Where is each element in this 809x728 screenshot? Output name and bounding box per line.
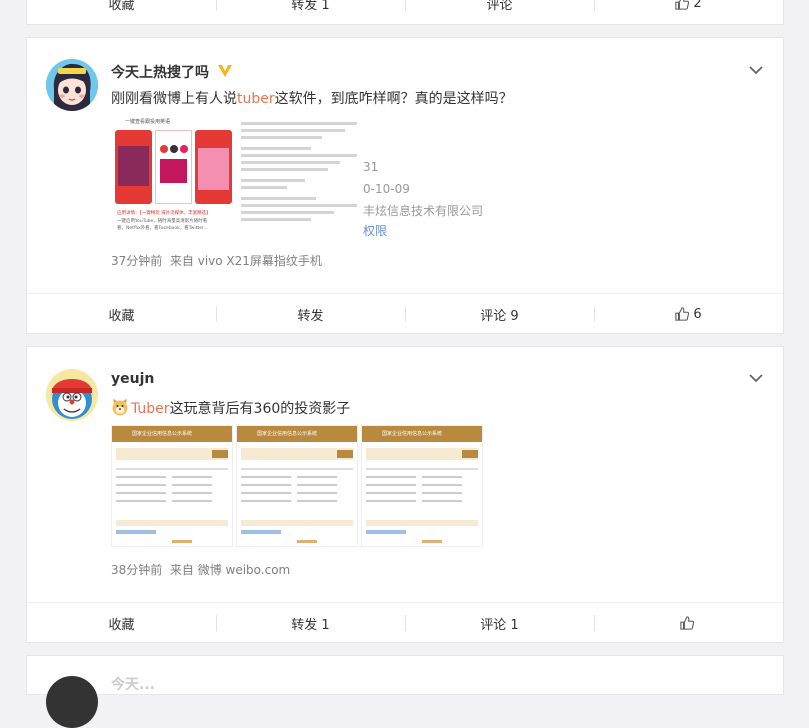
comment-label: 评论 1	[480, 617, 519, 633]
image-caption-3: 看，Netflix外看，看Facebook，看Twitter...	[117, 226, 208, 231]
info-year: 31	[363, 160, 379, 174]
username[interactable]: 今天...	[111, 674, 155, 694]
collect-label: 收藏	[108, 617, 135, 633]
comment-button[interactable]: 评论 9	[405, 294, 594, 334]
info-permission: 权限	[363, 224, 388, 238]
avatar[interactable]	[46, 676, 98, 728]
registry-header: 国家企业信用信息公示系统	[132, 431, 193, 437]
doge-emoji-icon	[112, 399, 128, 416]
username-text: 今天...	[111, 677, 155, 693]
repost-button[interactable]: 转发 1	[216, 603, 405, 643]
like-button[interactable]: 6	[594, 294, 783, 334]
comment-label: 评论	[486, 0, 513, 13]
info-company: 丰炫信息技术有限公司	[363, 204, 484, 218]
comment-label: 评论 9	[480, 308, 519, 324]
avatar-image	[46, 59, 98, 111]
avatar[interactable]	[46, 59, 98, 111]
post-text-suffix: 这软件，到底咋样啊？真的是这样吗？	[274, 91, 513, 107]
previous-post-card: 收藏 转发 1 评论 2	[26, 0, 784, 25]
like-count: 6	[693, 306, 702, 322]
post-actions: 收藏 转发 1 评论 1	[27, 602, 783, 643]
post-text-link[interactable]: tuber	[237, 91, 275, 107]
post-image-app-screenshot[interactable]: 一键查看跟投用英语 应用详情：【一键畅玩 海外流媒体，丰富精选】 一键启用You…	[111, 114, 235, 238]
image-phone-1	[115, 130, 152, 204]
post-image-app-description[interactable]	[237, 114, 361, 238]
post-actions: 收藏 转发 评论 9 6	[27, 293, 783, 334]
post-image-registry-2[interactable]: 国家企业信用信息公示系统	[236, 425, 358, 547]
collect-label: 收藏	[108, 308, 135, 324]
post-meta: 37分钟前 来自 vivo X21屏幕指纹手机	[111, 254, 322, 268]
comment-button[interactable]: 评论 1	[405, 603, 594, 643]
post-image-registry-3[interactable]: 国家企业信用信息公示系统	[361, 425, 483, 547]
chevron-down-icon[interactable]	[749, 373, 763, 383]
image-caption-2: 一键启用YouTube，随时海量高清影片随时看	[117, 219, 208, 224]
like-button[interactable]: 2	[594, 0, 783, 23]
thumbs-up-icon	[675, 307, 690, 321]
post-image-app-info[interactable]: 31 0-10-09 丰炫信息技术有限公司 权限	[363, 114, 487, 238]
repost-button[interactable]: 转发	[216, 294, 405, 334]
post-card: 今天...	[26, 655, 784, 728]
avatar-image	[46, 369, 98, 421]
username-text: yeujn	[111, 371, 155, 387]
repost-label: 转发 1	[291, 617, 330, 633]
chevron-down-icon[interactable]	[749, 65, 763, 75]
info-date: 0-10-09	[363, 182, 410, 196]
registry-header: 国家企业信用信息公示系统	[257, 431, 318, 437]
username[interactable]: yeujn	[111, 371, 154, 387]
repost-label: 转发 1	[291, 0, 330, 13]
registry-header: 国家企业信用信息公示系统	[382, 431, 443, 437]
post-text-link[interactable]: Tuber	[131, 401, 170, 417]
image-phone-2	[155, 130, 192, 204]
collect-label: 收藏	[108, 0, 135, 13]
avatar[interactable]	[46, 369, 98, 421]
image-text-block	[241, 118, 357, 225]
repost-label: 转发	[297, 308, 324, 324]
post-meta: 38分钟前 来自 微博 weibo.com	[111, 563, 291, 577]
like-button[interactable]	[594, 603, 783, 643]
username[interactable]: 今天上热搜了吗	[111, 62, 233, 82]
image-caption-1: 应用详情：【一键畅玩 海外流媒体，丰富精选】	[117, 211, 211, 216]
post-card: 今天上热搜了吗 刚刚看微博上有人说tuber这软件，到底咋样啊？真的是这样吗？ …	[26, 37, 784, 334]
verified-badge-icon	[217, 65, 232, 77]
comment-button[interactable]: 评论	[405, 0, 594, 23]
thumbs-up-icon	[675, 0, 690, 10]
image-phone-3	[195, 130, 232, 204]
username-text: 今天上热搜了吗	[111, 65, 209, 81]
post-text: 刚刚看微博上有人说tuber这软件，到底咋样啊？真的是这样吗？	[111, 88, 513, 108]
image-banner: 一键查看跟投用英语	[125, 119, 171, 125]
repost-button[interactable]: 转发 1	[216, 0, 405, 23]
collect-button[interactable]: 收藏	[27, 0, 216, 23]
post-text-prefix: 刚刚看微博上有人说	[111, 91, 237, 107]
thumbs-up-icon	[679, 616, 694, 630]
post-text-suffix: 这玩意背后有360的投资影子	[169, 401, 351, 417]
post-image-registry-1[interactable]: 国家企业信用信息公示系统	[111, 425, 233, 547]
collect-button[interactable]: 收藏	[27, 294, 216, 334]
collect-button[interactable]: 收藏	[27, 603, 216, 643]
post-card: yeujn Tuber这玩意背后有360的投资影子 国家企业信用信息公示系统 国…	[26, 346, 784, 643]
post-text: Tuber这玩意背后有360的投资影子	[111, 398, 350, 418]
previous-post-actions: 收藏 转发 1 评论 2	[27, 0, 783, 23]
like-count: 2	[693, 0, 702, 11]
